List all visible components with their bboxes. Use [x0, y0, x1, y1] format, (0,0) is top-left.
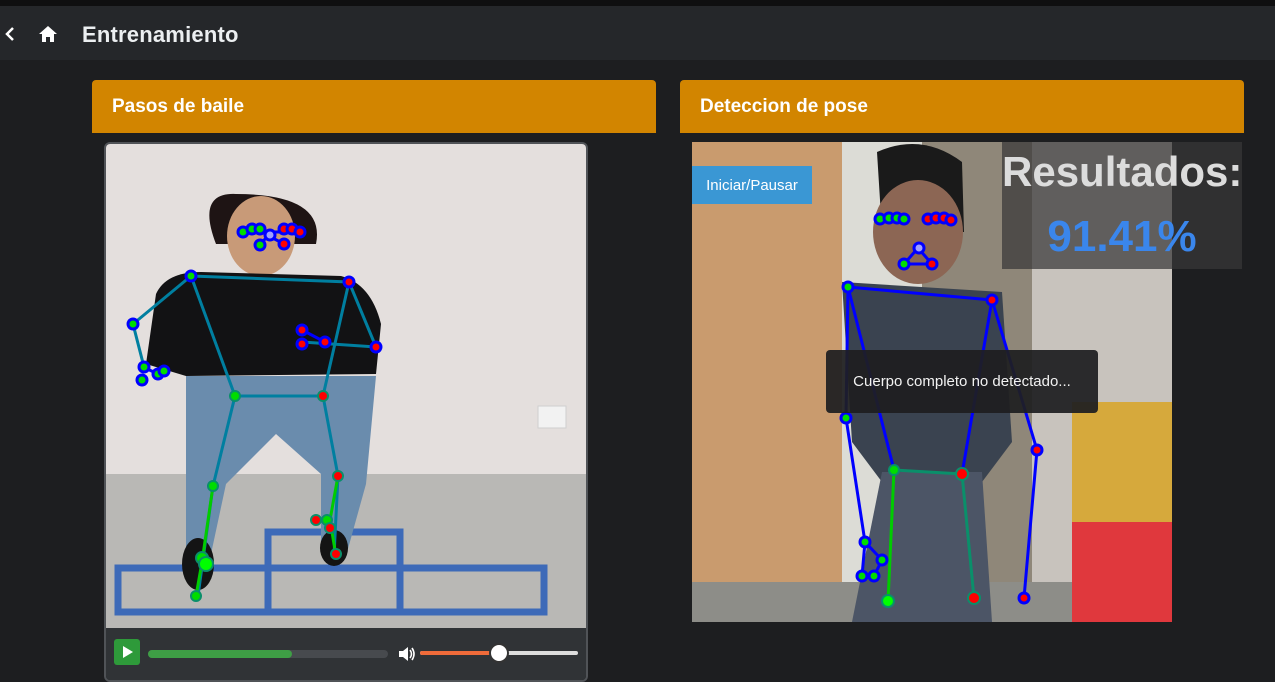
pose-detection-card-header: Deteccion de pose [680, 80, 1244, 133]
dance-video-frame [106, 144, 586, 628]
app-header: Entrenamiento [0, 0, 1275, 60]
toast-message: Cuerpo completo no detectado... [853, 373, 1071, 390]
start-pause-button[interactable]: Iniciar/Pausar [692, 166, 812, 204]
results-label: Resultados: [1002, 148, 1243, 195]
results-panel: Resultados: 91.41% [1002, 142, 1242, 269]
page-title: Entrenamiento [82, 22, 239, 47]
volume-icon[interactable] [397, 645, 417, 663]
dance-video-player[interactable] [104, 142, 588, 682]
video-progress-fill [148, 650, 292, 658]
results-score: 91.41% [1047, 212, 1197, 261]
play-icon [123, 646, 133, 658]
home-icon[interactable] [37, 24, 59, 44]
dance-steps-card-header: Pasos de baile [92, 80, 656, 133]
volume-slider-thumb[interactable] [489, 643, 509, 663]
dance-steps-title: Pasos de baile [112, 96, 245, 117]
volume-slider[interactable] [420, 643, 578, 663]
pose-detection-title: Deteccion de pose [700, 96, 868, 117]
play-button[interactable] [114, 639, 140, 665]
detection-warning-toast: Cuerpo completo no detectado... [826, 350, 1098, 413]
volume-slider-fill [420, 651, 499, 655]
video-progress-bar[interactable] [148, 650, 388, 658]
chevron-left-icon[interactable] [3, 24, 17, 44]
video-controls [106, 628, 586, 680]
